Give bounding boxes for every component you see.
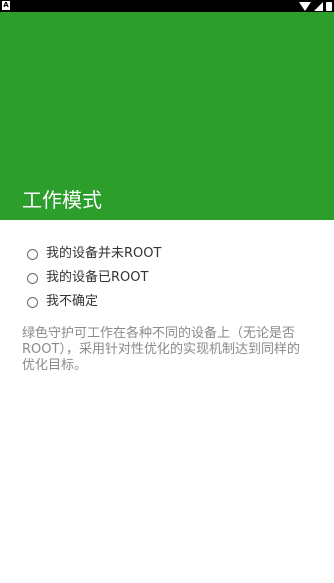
header: 工作模式 <box>0 12 334 220</box>
page-title: 工作模式 <box>22 188 102 212</box>
wifi-icon <box>299 1 311 11</box>
work-mode-options: 我的设备并未ROOT 我的设备已ROOT 我不确定 <box>0 242 334 314</box>
status-bar: A <box>0 0 334 12</box>
description-line: 绿色守护可工作在各种不同的设备上（无论是否 <box>22 326 296 341</box>
option-not-rooted[interactable]: 我的设备并未ROOT <box>0 242 334 266</box>
option-label: 我的设备并未ROOT <box>46 246 162 261</box>
radio-button[interactable] <box>27 272 38 284</box>
option-rooted[interactable]: 我的设备已ROOT <box>0 266 334 290</box>
battery-icon <box>326 1 332 11</box>
description-text: 绿色守护可工作在各种不同的设备上（无论是否 ROOT），采用针对性优化的实现机制… <box>22 326 334 374</box>
option-unsure[interactable]: 我不确定 <box>0 290 334 314</box>
option-label: 我的设备已ROOT <box>46 270 149 285</box>
option-label: 我不确定 <box>46 294 99 309</box>
status-icons <box>299 0 332 12</box>
description-line: 优化目标。 <box>22 358 88 373</box>
radio-button[interactable] <box>27 248 38 260</box>
notification-icon: A <box>2 1 10 10</box>
signal-icon <box>314 1 323 11</box>
radio-button[interactable] <box>27 296 38 308</box>
description-line: ROOT），采用针对性优化的实现机制达到同样的 <box>22 342 300 357</box>
